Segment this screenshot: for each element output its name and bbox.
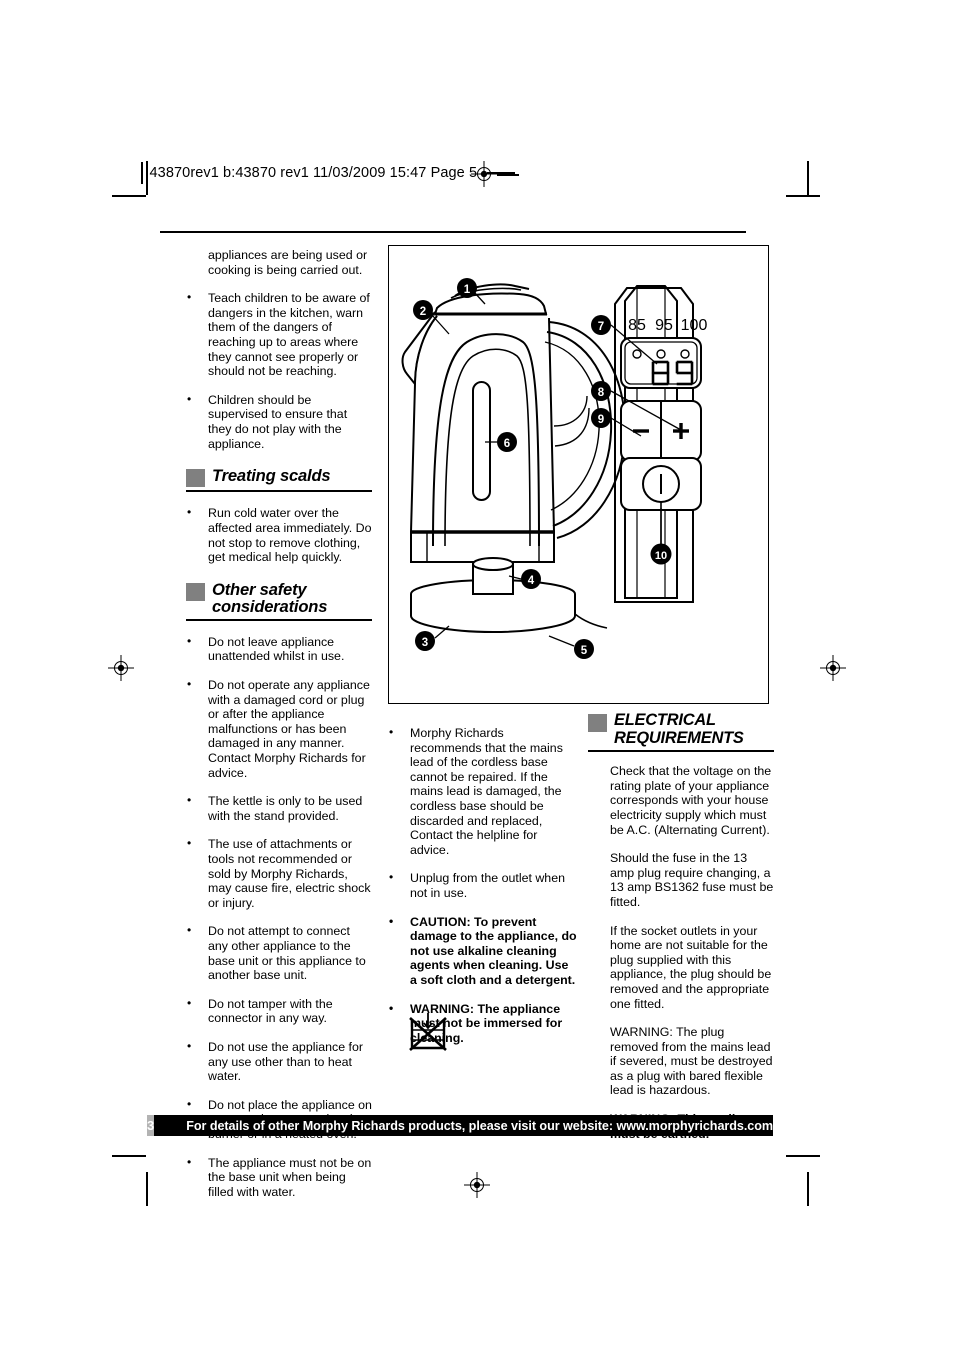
heading-swatch-icon: [588, 714, 607, 732]
list-item: Do not use the appliance for any use oth…: [186, 1039, 372, 1084]
list-item: Do not operate any appliance with a dama…: [186, 677, 372, 780]
right-column: ELECTRICAL REQUIREMENTS Check that the v…: [588, 711, 774, 1141]
svg-text:2: 2: [420, 306, 426, 318]
list-item: Do not tamper with the connector in any …: [186, 996, 372, 1026]
section-electrical-requirements: ELECTRICAL REQUIREMENTS: [588, 711, 774, 753]
list-item: The appliance must not be on the base un…: [186, 1155, 372, 1200]
temp-label-100: 100: [681, 317, 708, 334]
svg-text:4: 4: [528, 575, 535, 587]
callout-7: 7: [591, 315, 611, 335]
treating-scalds-bullets: Run cold water over the affected area im…: [186, 505, 372, 564]
callout-2: 2: [413, 300, 433, 320]
list-item: Children should be supervised to ensure …: [186, 392, 372, 451]
temp-label-85: 85: [628, 317, 646, 334]
svg-text:10: 10: [655, 550, 667, 562]
svg-text:1: 1: [464, 284, 471, 296]
page-body: appliances are being used or cooking is …: [0, 0, 954, 1350]
callout-5: 5: [574, 639, 594, 659]
callout-8: 8: [591, 381, 611, 401]
list-item: Unplug from the outlet when not in use.: [388, 870, 578, 900]
section-underline: [588, 750, 774, 753]
temp-label-95: 95: [655, 317, 673, 334]
section-title: Other safety considerations: [212, 579, 328, 617]
paragraph: If the socket outlets in your home are n…: [610, 923, 772, 1011]
section-underline: [186, 490, 372, 493]
callout-1: 1: [457, 278, 477, 298]
page-top-rule: [160, 231, 746, 233]
list-item: Teach children to be aware of dangers in…: [186, 290, 372, 379]
paragraph: WARNING: The plug removed from the mains…: [610, 1025, 773, 1098]
middle-bullets: Morphy Richards recommends that the main…: [388, 725, 578, 1045]
list-item: Morphy Richards recommends that the main…: [388, 725, 578, 857]
kettle-diagram: 85 95 100 1 2 3 4 5 6 7 8 9 10: [388, 245, 769, 704]
callout-10: 10: [650, 543, 672, 565]
footer-message: For details of other Morphy Richards pro…: [154, 1115, 773, 1136]
list-item-caution: CAUTION: To prevent damage to the applia…: [388, 914, 578, 988]
svg-text:9: 9: [598, 414, 604, 426]
page-number: 3: [147, 1115, 155, 1136]
heading-swatch-icon: [186, 582, 205, 601]
list-item: The kettle is only to be used with the s…: [186, 793, 372, 823]
heading-swatch-icon: [186, 469, 205, 488]
paragraph: Should the fuse in the 13 amp plug requi…: [610, 851, 774, 909]
section-title: Treating scalds: [212, 466, 331, 486]
callout-6: 6: [497, 432, 517, 452]
svg-text:3: 3: [422, 637, 428, 649]
svg-text:7: 7: [598, 321, 604, 333]
left-column: appliances are being used or cooking is …: [186, 248, 372, 1199]
callout-4: 4: [521, 569, 541, 589]
list-item: Run cold water over the affected area im…: [186, 505, 372, 564]
left-bullets-top: Teach children to be aware of dangers in…: [186, 290, 372, 451]
svg-text:6: 6: [504, 438, 510, 450]
list-item: Do not attempt to connect any other appl…: [186, 923, 372, 982]
section-treating-scalds: Treating scalds: [186, 466, 372, 493]
paragraph: Check that the voltage on the rating pla…: [610, 764, 772, 837]
svg-text:8: 8: [598, 387, 605, 399]
section-other-safety: Other safety considerations: [186, 579, 372, 621]
callout-9: 9: [591, 408, 611, 428]
left-lead-paragraph: appliances are being used or cooking is …: [208, 248, 368, 277]
section-title: ELECTRICAL REQUIREMENTS: [614, 711, 744, 747]
list-item: Do not leave appliance unattended whilst…: [186, 634, 372, 664]
section-underline: [186, 618, 372, 621]
svg-text:5: 5: [581, 645, 588, 657]
page-footer: 3 For details of other Morphy Richards p…: [147, 1115, 773, 1136]
do-not-immerse-icon: [404, 1010, 452, 1058]
callout-3: 3: [415, 631, 435, 651]
middle-column: Morphy Richards recommends that the main…: [388, 712, 578, 1045]
list-item: The use of attachments or tools not reco…: [186, 836, 372, 910]
